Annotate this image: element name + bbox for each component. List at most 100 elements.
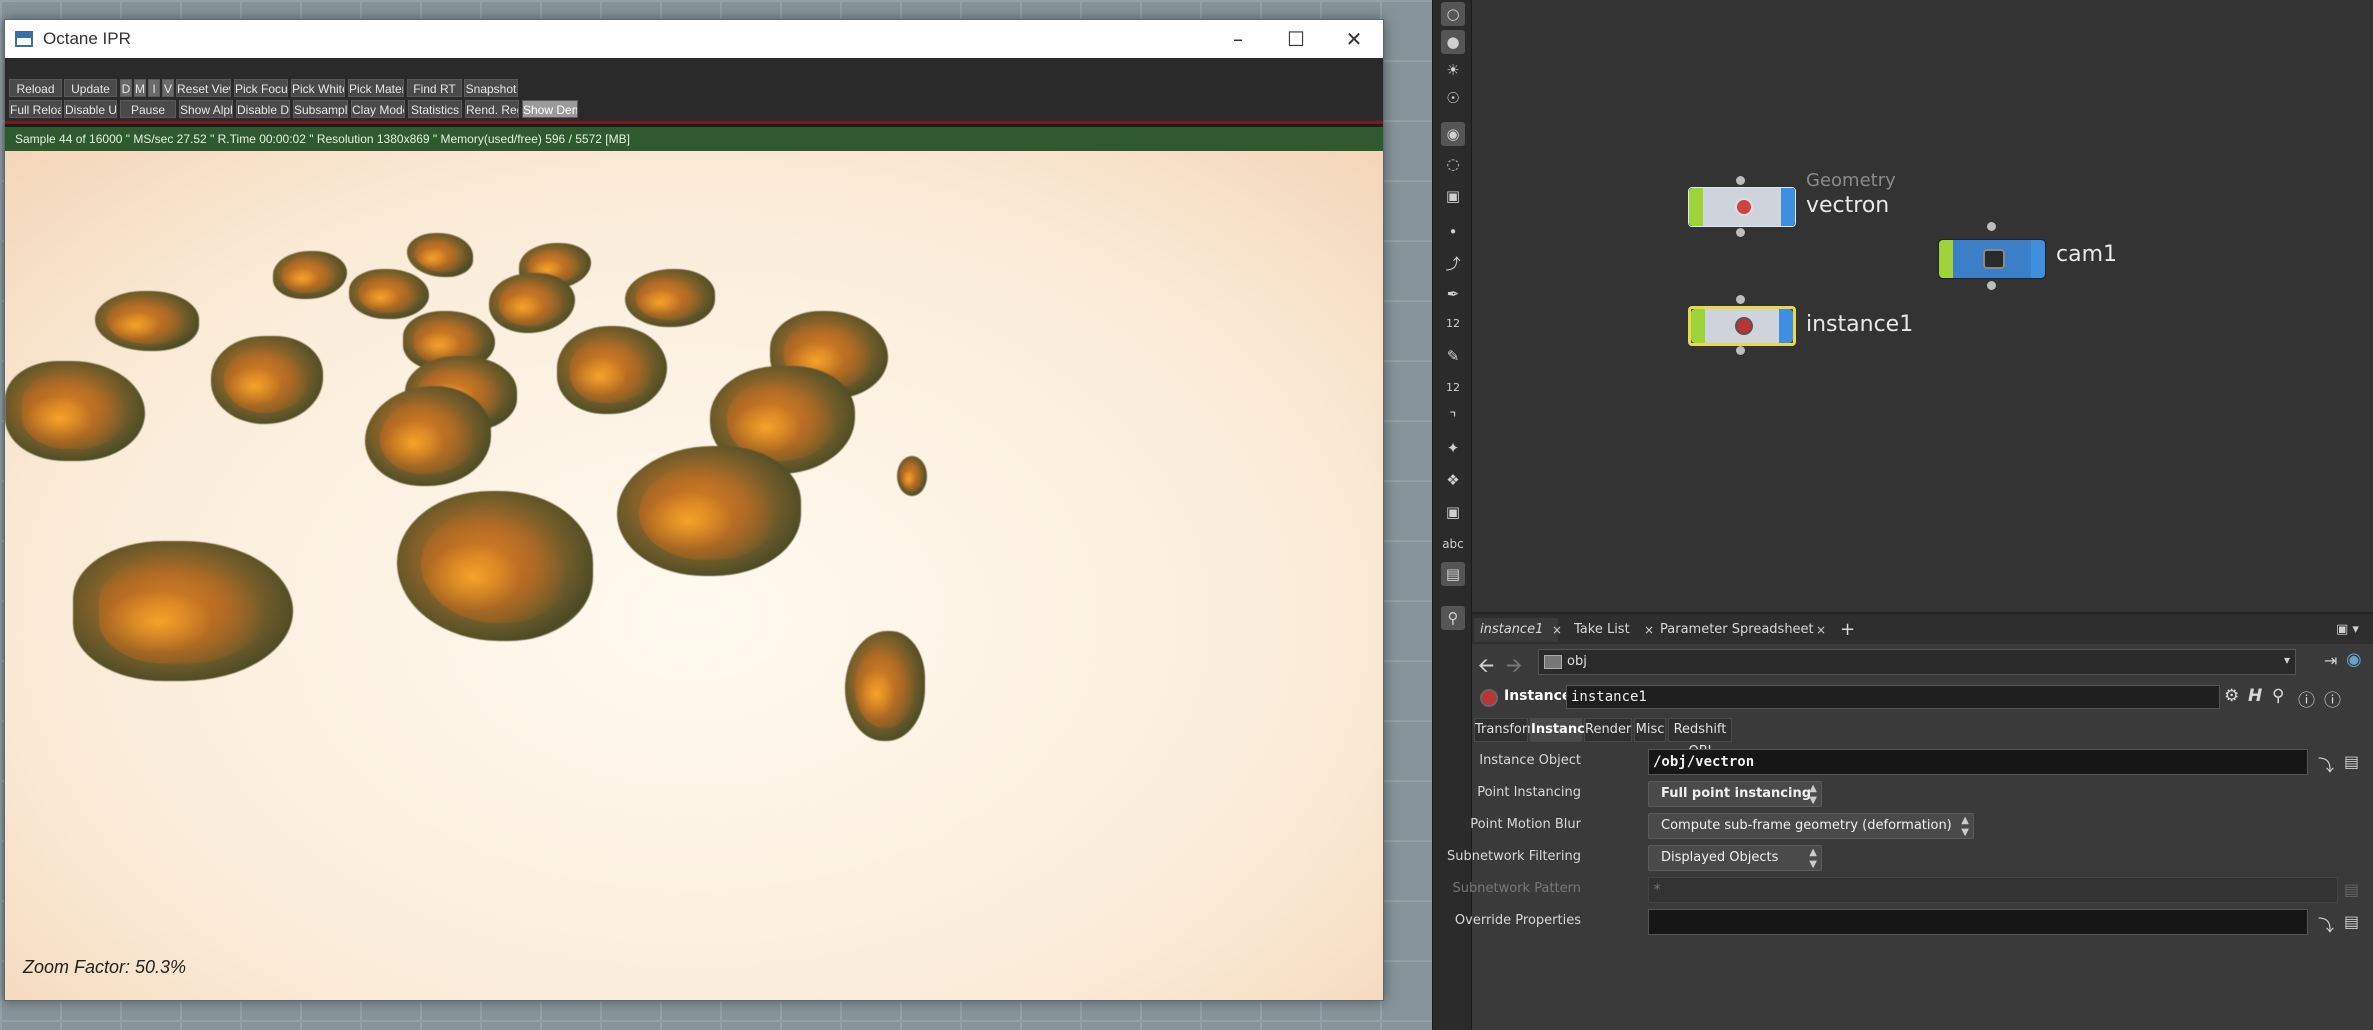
update-button[interactable]: Update <box>64 79 117 97</box>
back-arrow-icon[interactable]: 🡨 <box>1478 651 1494 685</box>
node-output-dot[interactable] <box>1987 281 1996 290</box>
node-chooser-icon[interactable]: ▤ <box>2344 752 2359 771</box>
info-icon[interactable]: ⓘ <box>2298 686 2315 711</box>
m-toggle-button[interactable]: M <box>134 79 146 97</box>
node-display-flag[interactable] <box>1689 188 1703 226</box>
number-icon[interactable]: 12 <box>1441 376 1465 400</box>
tab-misc[interactable]: Misc <box>1634 718 1666 742</box>
i-toggle-button[interactable]: I <box>148 79 160 97</box>
eye-icon[interactable]: ◌ <box>1441 152 1465 176</box>
camera-icon[interactable]: ◉ <box>1441 122 1465 146</box>
ruler-icon[interactable]: ⌝ <box>1441 406 1465 430</box>
show-denoise-button[interactable]: Show Denoise <box>522 100 578 118</box>
show-alpha-button[interactable]: Show Alpha <box>179 100 233 118</box>
transform-icon[interactable]: ✦ <box>1441 436 1465 460</box>
subsampling-button[interactable]: Subsampling <box>293 100 348 118</box>
node-display-flag[interactable] <box>1939 240 1953 278</box>
tab-render[interactable]: Render <box>1584 718 1632 742</box>
node-output-dot[interactable] <box>1736 346 1745 355</box>
d-toggle-button[interactable]: D <box>120 79 132 97</box>
tab-transform[interactable]: Transform <box>1474 718 1540 742</box>
add-tab-button[interactable]: + <box>1834 618 1858 642</box>
houdini-help-icon[interactable]: H <box>2248 686 2262 706</box>
search-icon[interactable]: ⚲ <box>2272 686 2284 706</box>
disable-dof-button[interactable]: Disable DOF <box>236 100 290 118</box>
node-input-dot[interactable] <box>1736 176 1745 185</box>
disable-update-button[interactable]: Disable Upd. <box>64 100 117 118</box>
gear-icon[interactable]: ⚙ <box>2224 686 2239 706</box>
node-output-dot[interactable] <box>1736 228 1745 237</box>
render-icon[interactable]: ▣ <box>1441 184 1465 208</box>
reset-view-button[interactable]: Reset View <box>176 79 231 97</box>
node-instance1[interactable] <box>1688 306 1796 346</box>
tab-redshift-obj[interactable]: Redshift OBJ <box>1668 718 1732 759</box>
instance-object-field[interactable]: /obj/vectron <box>1648 749 2308 775</box>
tab-instance[interactable]: Instance <box>1530 718 1594 742</box>
network-editor[interactable]: Geometry vectron cam1 instance1 <box>1472 0 2373 612</box>
node-name-label[interactable]: instance1 <box>1806 312 1913 337</box>
path-dropdown-icon[interactable]: ▾ <box>2284 653 2290 667</box>
override-properties-field[interactable] <box>1648 909 2308 935</box>
image-icon[interactable]: ▤ <box>1441 562 1465 586</box>
location-icon[interactable]: ⚲ <box>1441 606 1465 630</box>
close-tab-icon[interactable]: × <box>1552 618 1562 642</box>
tab-parameter-spreadsheet[interactable]: Parameter Spreadsheet <box>1654 618 1824 642</box>
statistics-button[interactable]: Statistics <box>408 100 462 118</box>
point-motion-blur-menu[interactable]: Compute sub-frame geometry (deformation)… <box>1648 813 1974 839</box>
full-reload-button[interactable]: Full Reload <box>9 100 62 118</box>
sky-light-icon[interactable]: ☉ <box>1441 86 1465 110</box>
pick-focus-button[interactable]: Pick Focus <box>234 79 288 97</box>
forward-arrow-icon[interactable]: 🡪 <box>1506 651 1522 685</box>
node-name-label[interactable]: cam1 <box>2056 242 2117 267</box>
subnetwork-filtering-menu[interactable]: Displayed Objects ▲ ▼ <box>1648 845 1822 871</box>
node-display-flag[interactable] <box>1691 309 1705 343</box>
tab-instance1[interactable]: instance1 <box>1474 618 1558 642</box>
render-region-button[interactable]: Rend. Region <box>465 100 519 118</box>
minimize-icon[interactable]: – <box>1209 20 1267 58</box>
tab-take-list[interactable]: Take List <box>1568 618 1648 642</box>
clay-mode-button[interactable]: Clay Mode <box>351 100 405 118</box>
point-instancing-menu[interactable]: Full point instancing ▲ ▼ <box>1648 781 1822 807</box>
close-tab-icon[interactable]: × <box>1644 618 1654 642</box>
node-input-dot[interactable] <box>1987 222 1996 231</box>
close-icon[interactable]: ✕ <box>1325 20 1383 58</box>
ipr-titlebar[interactable]: Octane IPR – ☐ ✕ <box>5 20 1383 58</box>
node-vectron[interactable] <box>1688 187 1796 227</box>
link-icon[interactable]: ◉ <box>2346 649 2362 670</box>
help-icon[interactable]: ⓘ <box>2324 686 2341 711</box>
maximize-icon[interactable]: ☐ <box>1267 20 1325 58</box>
node-cam1[interactable] <box>1938 239 2046 279</box>
bone-icon[interactable]: ❖ <box>1441 468 1465 492</box>
render-viewport[interactable]: Zoom Factor: 50.3% <box>5 151 1383 1000</box>
pin-icon[interactable]: ⇥ <box>2324 651 2337 670</box>
node-input-dot[interactable] <box>1736 295 1745 304</box>
pick-material-button[interactable]: Pick Material <box>348 79 404 97</box>
node-name-field[interactable]: instance1 <box>1566 685 2220 709</box>
pane-menu-icon[interactable]: ▣ ▾ <box>2336 618 2359 642</box>
curve-icon[interactable]: ⤴ <box>1441 252 1465 276</box>
bulb-icon[interactable]: ☀ <box>1441 58 1465 82</box>
abc-text-icon[interactable]: abc <box>1441 532 1465 556</box>
sphere-icon[interactable]: ○ <box>1441 2 1465 26</box>
point-icon[interactable]: • <box>1441 220 1465 244</box>
node-render-flag[interactable] <box>1781 188 1795 226</box>
find-rt-button[interactable]: Find RT <box>407 79 462 97</box>
pause-button[interactable]: Pause <box>120 100 176 118</box>
pick-whitep-button[interactable]: Pick WhiteP <box>291 79 345 97</box>
pen-icon[interactable]: ✒ <box>1441 282 1465 306</box>
reload-button[interactable]: Reload <box>9 79 62 97</box>
box-icon[interactable]: ▣ <box>1441 500 1465 524</box>
node-render-flag[interactable] <box>1779 309 1793 343</box>
node-chooser-icon[interactable]: ▤ <box>2344 912 2359 931</box>
subnetwork-pattern-field[interactable]: * <box>1648 877 2338 903</box>
snapshot-button[interactable]: Snapshot <box>464 79 518 97</box>
node-chooser-icon[interactable]: ▤ <box>2344 880 2359 899</box>
close-tab-icon[interactable]: × <box>1816 618 1826 642</box>
network-path-field[interactable]: obj <box>1538 649 2296 675</box>
v-toggle-button[interactable]: V <box>162 79 174 97</box>
number-icon[interactable]: 12 <box>1441 312 1465 336</box>
node-render-flag[interactable] <box>2031 240 2045 278</box>
sculpt-icon[interactable]: ✎ <box>1441 344 1465 368</box>
jump-icon[interactable]: ⤵ <box>2318 752 2334 776</box>
jump-icon[interactable]: ⤵ <box>2318 912 2334 936</box>
